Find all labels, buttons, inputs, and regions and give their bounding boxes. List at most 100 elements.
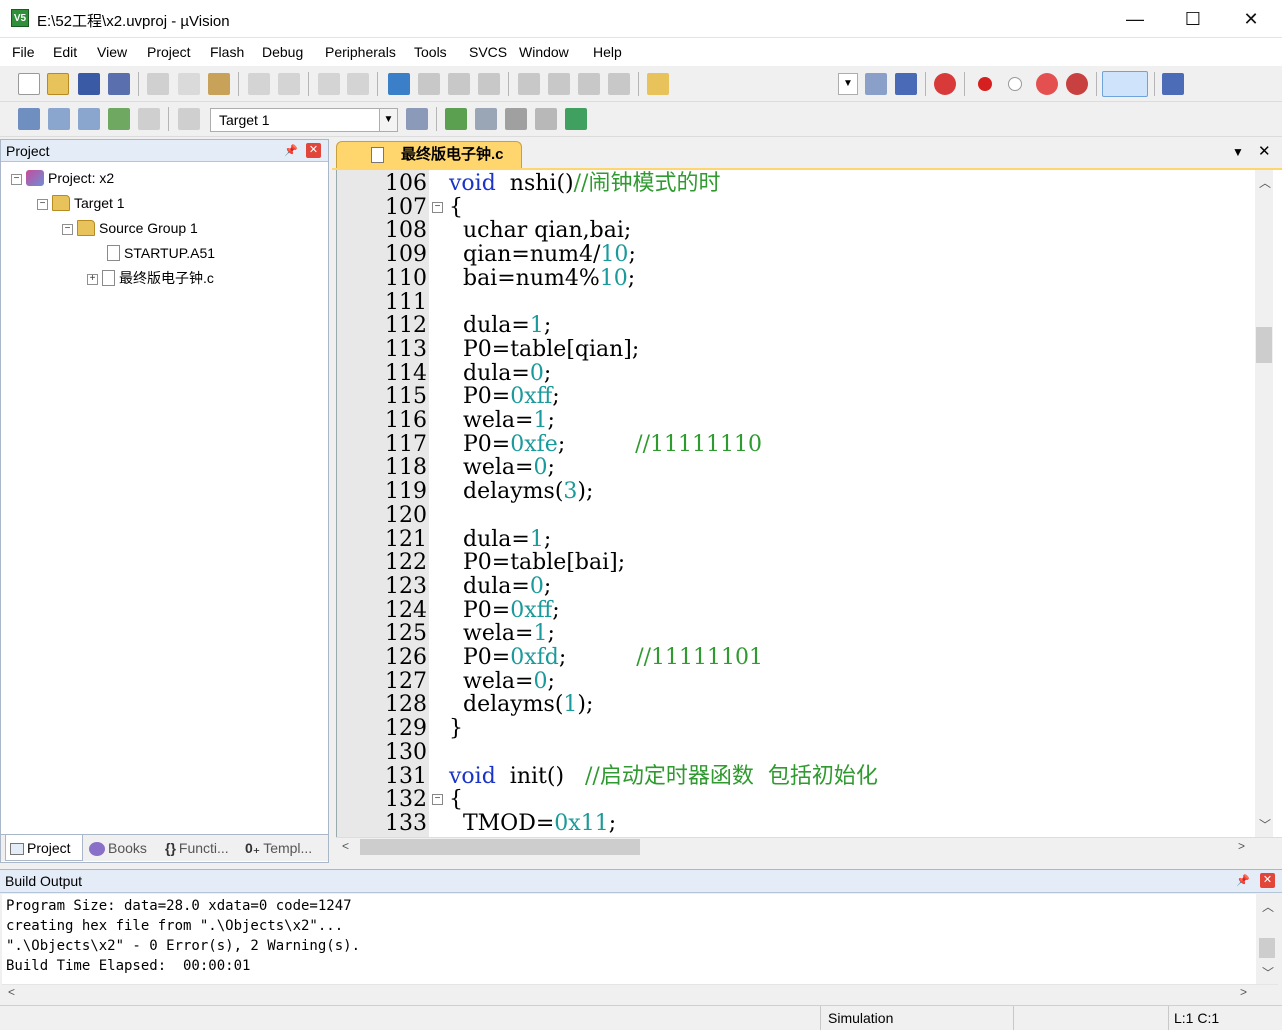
code-line[interactable]: P0=table[bai];: [449, 551, 625, 575]
menu-file[interactable]: File: [12, 44, 35, 60]
tab-books[interactable]: Books: [85, 835, 159, 861]
code-line[interactable]: wela=1;: [449, 409, 555, 433]
debug-session-icon[interactable]: [934, 73, 956, 95]
code-line[interactable]: {: [449, 788, 463, 812]
find-dropdown[interactable]: ▼: [838, 73, 858, 95]
code-line[interactable]: dula=0;: [449, 361, 551, 386]
paste-icon[interactable]: [208, 73, 230, 95]
menu-window[interactable]: Window: [519, 44, 569, 60]
find-icon[interactable]: [865, 73, 887, 95]
code-line[interactable]: dula=0;: [449, 574, 551, 599]
tree-item-source-group[interactable]: − Source Group 1: [62, 216, 198, 240]
close-editor-icon[interactable]: ✕: [1258, 142, 1271, 160]
scroll-down-icon[interactable]: ﹀: [1262, 964, 1274, 981]
disable-all-breakpoints-icon[interactable]: [1036, 73, 1058, 95]
close-window-button[interactable]: ✕: [1222, 0, 1280, 38]
pin-icon[interactable]: 📌: [284, 144, 298, 158]
collapse-icon[interactable]: −: [37, 198, 48, 210]
code-line[interactable]: P0=0xff;: [449, 598, 560, 623]
code-line[interactable]: dula=1;: [449, 527, 551, 552]
download-icon[interactable]: [178, 108, 200, 130]
build-output-panel[interactable]: Program Size: data=28.0 xdata=0 code=124…: [2, 894, 1256, 984]
expand-icon[interactable]: +: [87, 273, 98, 285]
tab-list-dropdown-icon[interactable]: ▼: [1232, 145, 1244, 159]
scroll-right-icon[interactable]: >: [1238, 839, 1245, 853]
chevron-down-icon[interactable]: ▼: [379, 109, 397, 131]
configure-icon[interactable]: [1162, 73, 1184, 95]
rebuild-icon[interactable]: [78, 108, 100, 130]
code-line[interactable]: dula=1;: [449, 314, 551, 338]
incremental-find-icon[interactable]: [895, 73, 917, 95]
tree-item-project[interactable]: − Project: x2: [11, 166, 114, 190]
close-icon[interactable]: ✕: [306, 143, 321, 158]
menu-tools[interactable]: Tools: [414, 44, 447, 60]
code-line[interactable]: void init() //启动定时器函数 包括初始化: [449, 764, 878, 789]
navigate-back-icon[interactable]: [318, 73, 340, 95]
code-line[interactable]: TMOD=0x11;: [449, 811, 616, 836]
code-editor[interactable]: 106 void nshi()//闹钟模式的时 107−{108 uchar qia…: [336, 170, 1282, 837]
next-bookmark-icon[interactable]: [448, 73, 470, 95]
menu-debug[interactable]: Debug: [262, 44, 303, 60]
code-line[interactable]: delayms(3);: [449, 480, 593, 504]
tab-project[interactable]: Project: [5, 835, 83, 861]
collapse-icon[interactable]: −: [11, 173, 22, 185]
code-line[interactable]: void nshi()//闹钟模式的时: [449, 172, 720, 196]
find-in-files-icon[interactable]: [647, 73, 669, 95]
new-file-icon[interactable]: [18, 73, 40, 95]
output-scroll-thumb[interactable]: [1259, 938, 1275, 958]
tab-functions[interactable]: {} Functi...: [161, 835, 239, 861]
menu-view[interactable]: View: [97, 44, 127, 60]
code-line[interactable]: P0=table[qian];: [449, 337, 639, 362]
menu-edit[interactable]: Edit: [53, 44, 77, 60]
minimize-button[interactable]: —: [1106, 0, 1164, 38]
indent-icon[interactable]: [518, 73, 540, 95]
unindent-icon[interactable]: [548, 73, 570, 95]
output-vertical-scrollbar[interactable]: ︿ ﹀: [1256, 894, 1278, 984]
scroll-left-icon[interactable]: <: [342, 839, 349, 853]
tree-item-target[interactable]: − Target 1: [37, 191, 125, 215]
scroll-down-icon[interactable]: ﹀: [1259, 816, 1271, 833]
comment-icon[interactable]: [578, 73, 600, 95]
batch-build-icon[interactable]: [108, 108, 130, 130]
save-all-icon[interactable]: [108, 73, 130, 95]
code-line[interactable]: P0=0xfe; //11111110: [449, 432, 762, 457]
output-horizontal-scrollbar[interactable]: < >: [2, 984, 1278, 1002]
pin-icon[interactable]: 📌: [1236, 874, 1250, 888]
code-line[interactable]: bai=num4%10;: [449, 266, 635, 291]
scroll-up-icon[interactable]: ︿: [1259, 174, 1271, 191]
window-layout-icon[interactable]: [1102, 71, 1148, 97]
code-line[interactable]: P0=0xff;: [449, 385, 560, 409]
disable-breakpoint-icon[interactable]: [1008, 77, 1022, 91]
code-line[interactable]: wela=0;: [449, 669, 555, 694]
uncomment-icon[interactable]: [608, 73, 630, 95]
menu-help[interactable]: Help: [593, 44, 622, 60]
maximize-button[interactable]: ☐: [1164, 0, 1222, 38]
manage-multi-project-icon[interactable]: [475, 108, 497, 130]
scroll-right-icon[interactable]: >: [1240, 985, 1247, 999]
menu-svcs[interactable]: SVCS: [469, 44, 507, 60]
tree-item-main-c-file[interactable]: + 最终版电子钟.c: [87, 266, 214, 290]
manage-run-time-icon[interactable]: [505, 108, 527, 130]
tab-templates[interactable]: 0₊ Templ...: [241, 835, 323, 861]
fold-collapse-icon[interactable]: −: [432, 201, 443, 213]
target-select[interactable]: Target 1 ▼: [210, 108, 398, 132]
kill-all-breakpoints-icon[interactable]: [1066, 73, 1088, 95]
fold-collapse-icon[interactable]: −: [432, 794, 443, 806]
select-packs-icon[interactable]: [535, 108, 557, 130]
editor-vertical-scrollbar[interactable]: ︿ ﹀: [1255, 170, 1273, 837]
pack-installer-icon[interactable]: [565, 108, 587, 130]
code-line[interactable]: wela=0;: [449, 456, 555, 480]
target-options-icon[interactable]: [406, 108, 428, 130]
code-line[interactable]: uchar qian,bai;: [449, 219, 631, 243]
open-folder-icon[interactable]: [47, 73, 69, 95]
navigate-forward-icon[interactable]: [347, 73, 369, 95]
insert-breakpoint-icon[interactable]: [978, 77, 992, 91]
editor-horizontal-scroll-thumb[interactable]: [360, 839, 640, 855]
clear-bookmarks-icon[interactable]: [478, 73, 500, 95]
code-line[interactable]: P0=0xfd; //11111101: [449, 646, 763, 670]
prev-bookmark-icon[interactable]: [418, 73, 440, 95]
tree-item-startup-file[interactable]: STARTUP.A51: [103, 241, 215, 265]
code-line[interactable]: wela=1;: [449, 622, 555, 646]
manage-project-items-icon[interactable]: [445, 108, 467, 130]
editor-vertical-scroll-thumb[interactable]: [1256, 327, 1272, 363]
